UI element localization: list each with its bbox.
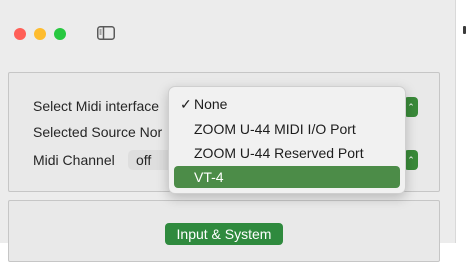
- menu-item-none[interactable]: ✓ None: [174, 93, 400, 115]
- adjacent-window-edge: [455, 0, 472, 243]
- midi-channel-stepper-icon[interactable]: ⌃: [404, 150, 418, 170]
- close-window-button[interactable]: [14, 28, 26, 40]
- checkmark-icon: ✓: [180, 96, 192, 112]
- midi-interface-stepper-icon[interactable]: ⌃: [404, 97, 418, 117]
- tab-input-system[interactable]: Input & System: [165, 223, 283, 245]
- menu-item-zoom-reserved-port[interactable]: ZOOM U-44 Reserved Port: [174, 142, 400, 164]
- midi-interface-dropdown-menu: ✓ None ZOOM U-44 MIDI I/O Port ZOOM U-44…: [168, 86, 406, 194]
- sidebar-icon[interactable]: [97, 26, 115, 40]
- zoom-window-button[interactable]: [54, 28, 66, 40]
- app-window: Select Midi interface ⌃ Selected Source …: [0, 0, 455, 262]
- menu-item-vt4[interactable]: VT-4: [174, 166, 400, 188]
- select-midi-interface-label: Select Midi interface: [33, 98, 160, 114]
- minimize-window-button[interactable]: [34, 28, 46, 40]
- midi-channel-label: Midi Channel: [33, 152, 115, 168]
- selected-source-label: Selected Source Nor: [33, 124, 163, 140]
- menu-item-zoom-midi-io-port[interactable]: ZOOM U-44 MIDI I/O Port: [174, 118, 400, 140]
- window-edge-mark: [463, 26, 466, 34]
